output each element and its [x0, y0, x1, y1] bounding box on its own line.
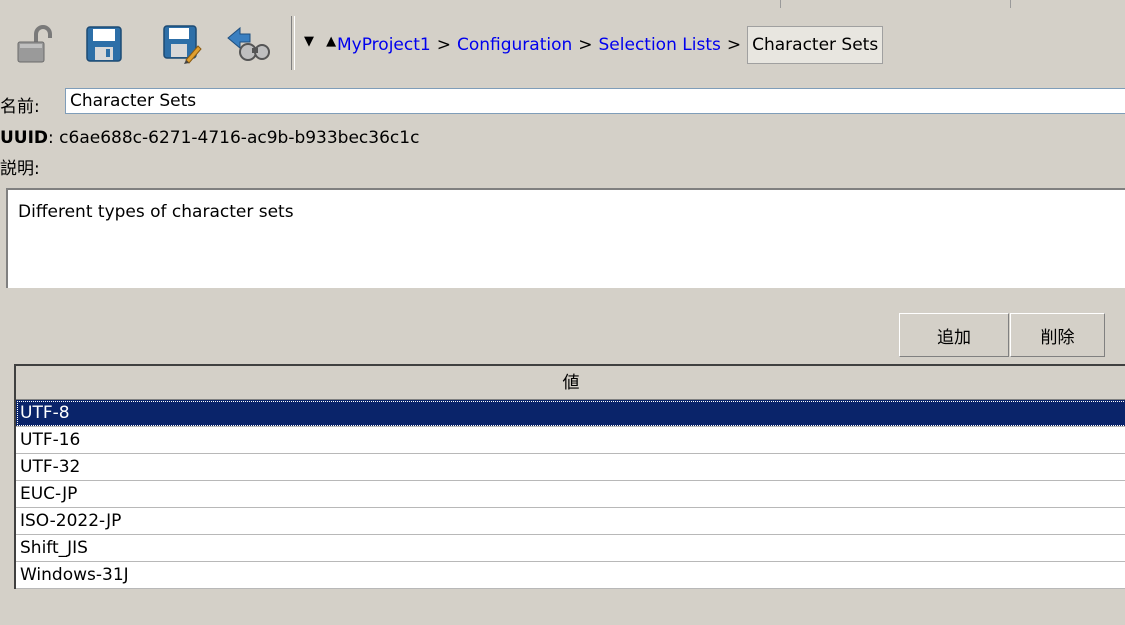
toolbar-separator	[291, 16, 295, 70]
table-row[interactable]: ISO-2022-JP	[16, 508, 1125, 535]
name-field[interactable]	[65, 88, 1125, 114]
toolbar: ▼ ▲ MyProject1 > Configuration > Selecti…	[0, 0, 1125, 84]
name-label: 名前:	[0, 97, 40, 117]
window-divider	[780, 0, 781, 8]
description-label: 説明:	[0, 159, 40, 179]
save-as-button[interactable]	[160, 22, 204, 66]
description-textarea[interactable]: Different types of character sets	[6, 188, 1125, 288]
table-row[interactable]: Shift_JIS	[16, 535, 1125, 562]
uuid-value: : c6ae688c-6271-4716-ac9b-b933bec36c1c	[48, 128, 420, 148]
values-table: 値 UTF-8 UTF-16 UTF-32 EUC-JP ISO-2022-JP…	[14, 364, 1125, 589]
table-row[interactable]: Windows-31J	[16, 562, 1125, 589]
name-row: 名前:	[0, 84, 1125, 118]
breadcrumb: MyProject1 > Configuration > Selection L…	[337, 26, 884, 64]
unlock-icon	[17, 25, 52, 63]
uuid-line: UUID: c6ae688c-6271-4716-ac9b-b933bec36c…	[0, 128, 419, 148]
breadcrumb-separator: >	[436, 35, 451, 55]
breadcrumb-item-selection-lists[interactable]: Selection Lists	[599, 35, 721, 55]
table-row[interactable]: UTF-8	[16, 400, 1125, 427]
breadcrumb-current: Character Sets	[747, 26, 884, 64]
breadcrumb-item-project[interactable]: MyProject1	[337, 35, 431, 55]
table-row[interactable]: UTF-16	[16, 427, 1125, 454]
table-row[interactable]: EUC-JP	[16, 481, 1125, 508]
breadcrumb-separator: >	[578, 35, 593, 55]
add-button[interactable]: 追加	[899, 313, 1009, 357]
history-nav-arrows[interactable]: ▼ ▲	[304, 34, 340, 49]
window-divider	[1010, 0, 1011, 8]
unlock-button[interactable]	[12, 22, 56, 66]
column-header-value[interactable]: 値	[16, 366, 1125, 400]
delete-button[interactable]: 削除	[1010, 313, 1105, 357]
breadcrumb-separator: >	[726, 35, 742, 55]
find-references-button[interactable]	[226, 22, 270, 66]
table-row[interactable]: UTF-32	[16, 454, 1125, 481]
uuid-label: UUID	[0, 128, 49, 148]
save-icon	[86, 26, 122, 62]
save-as-icon	[163, 25, 202, 64]
find-references-icon	[227, 26, 270, 61]
breadcrumb-item-configuration[interactable]: Configuration	[457, 35, 572, 55]
save-button[interactable]	[82, 22, 126, 66]
